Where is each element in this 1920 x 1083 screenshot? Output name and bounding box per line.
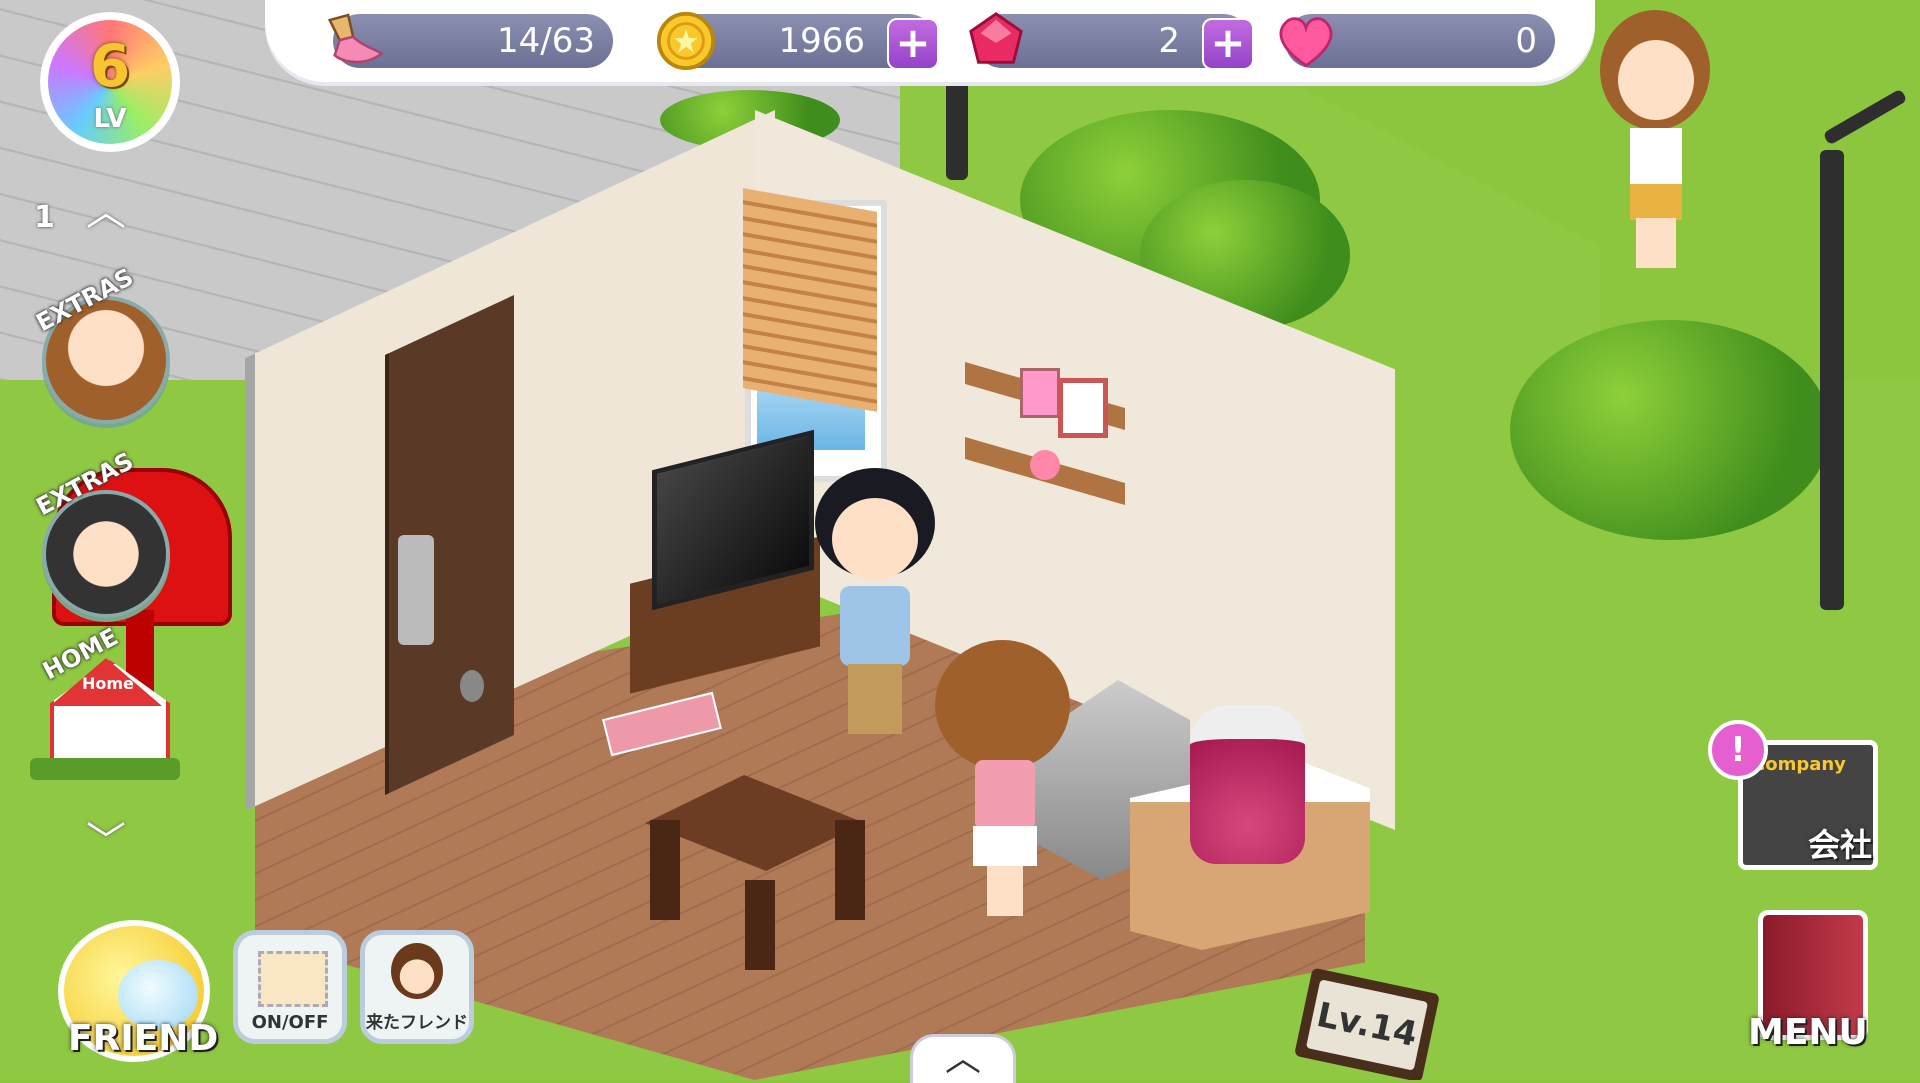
heart-counter[interactable]: 0 xyxy=(1279,14,1555,68)
friend-label: FRIEND xyxy=(68,1018,219,1059)
lamp-arm xyxy=(1822,88,1908,146)
company-button[interactable]: Company ! 会社 xyxy=(1708,720,1898,890)
room-level-text: Lv.14 xyxy=(1305,979,1429,1071)
door-stopper xyxy=(460,670,484,702)
paint-value: 14/63 xyxy=(497,21,595,61)
home-sign: Home xyxy=(82,674,134,693)
add-coins-button[interactable]: + xyxy=(887,18,939,70)
player-character-male[interactable] xyxy=(810,468,940,738)
menu-button[interactable]: MENU xyxy=(1718,900,1898,1070)
company-label: 会社 xyxy=(1808,826,1873,864)
npc-girl-walking[interactable] xyxy=(1600,10,1710,270)
rice-cooker[interactable] xyxy=(1190,705,1305,864)
floor-up-button[interactable]: ︿ xyxy=(72,190,140,234)
paint-counter[interactable]: 14/63 xyxy=(327,13,613,68)
level-number: 6 xyxy=(89,32,131,100)
menu-label: MENU xyxy=(1748,1012,1868,1053)
lamp-post xyxy=(1820,150,1844,610)
friend-button[interactable]: FRIEND xyxy=(48,910,218,1070)
home-base xyxy=(30,758,180,780)
paintbrush-icon xyxy=(323,10,385,72)
chevron-up-icon: ︿ xyxy=(944,1038,981,1079)
level-badge[interactable]: 6 LV xyxy=(40,12,180,152)
gold-coin-icon xyxy=(655,10,717,72)
photo-frame xyxy=(1020,368,1060,418)
alert-icon: ! xyxy=(1708,720,1768,780)
photo-frame xyxy=(1058,378,1108,438)
onoff-label: ON/OFF xyxy=(251,1012,329,1033)
bush xyxy=(1510,320,1830,540)
table-leg xyxy=(835,820,865,920)
window-blind xyxy=(743,188,877,412)
gem-value: 2 xyxy=(1158,21,1180,61)
room-toggle-icon xyxy=(258,951,328,1007)
floor-down-button[interactable]: ﹀ xyxy=(72,820,140,864)
add-gems-button[interactable]: + xyxy=(1202,18,1254,70)
door-lock xyxy=(398,535,434,645)
gem-counter[interactable]: 2 + xyxy=(969,12,1254,70)
game-scene[interactable]: Lv.14 xyxy=(0,0,1920,1080)
heart-value: 0 xyxy=(1515,21,1537,61)
player-character-female[interactable] xyxy=(935,640,1075,920)
friend-avatar-icon xyxy=(391,943,443,999)
room-onoff-button[interactable]: ON/OFF xyxy=(233,930,347,1044)
chevron-down-icon: ﹀ xyxy=(86,819,126,865)
expand-drawer-button[interactable]: ︿ xyxy=(910,1034,1016,1083)
table-leg xyxy=(650,820,680,920)
heart-icon xyxy=(1275,10,1337,72)
coin-value: 1966 xyxy=(778,21,865,61)
chevron-up-icon: ︿ xyxy=(86,189,126,235)
coin-counter[interactable]: 1966 + xyxy=(656,11,939,71)
teddy-bear xyxy=(1030,450,1060,480)
floor-number: 1 xyxy=(34,200,55,235)
table-leg xyxy=(745,880,775,970)
resource-bar: 14/63 1966 + 2 + 0 xyxy=(265,0,1595,82)
visited-friends-label: 来たフレンド xyxy=(366,1013,468,1033)
ruby-gem-icon xyxy=(965,10,1027,72)
visited-friends-button[interactable]: 来たフレンド xyxy=(360,930,474,1044)
level-label: LV xyxy=(93,104,127,134)
